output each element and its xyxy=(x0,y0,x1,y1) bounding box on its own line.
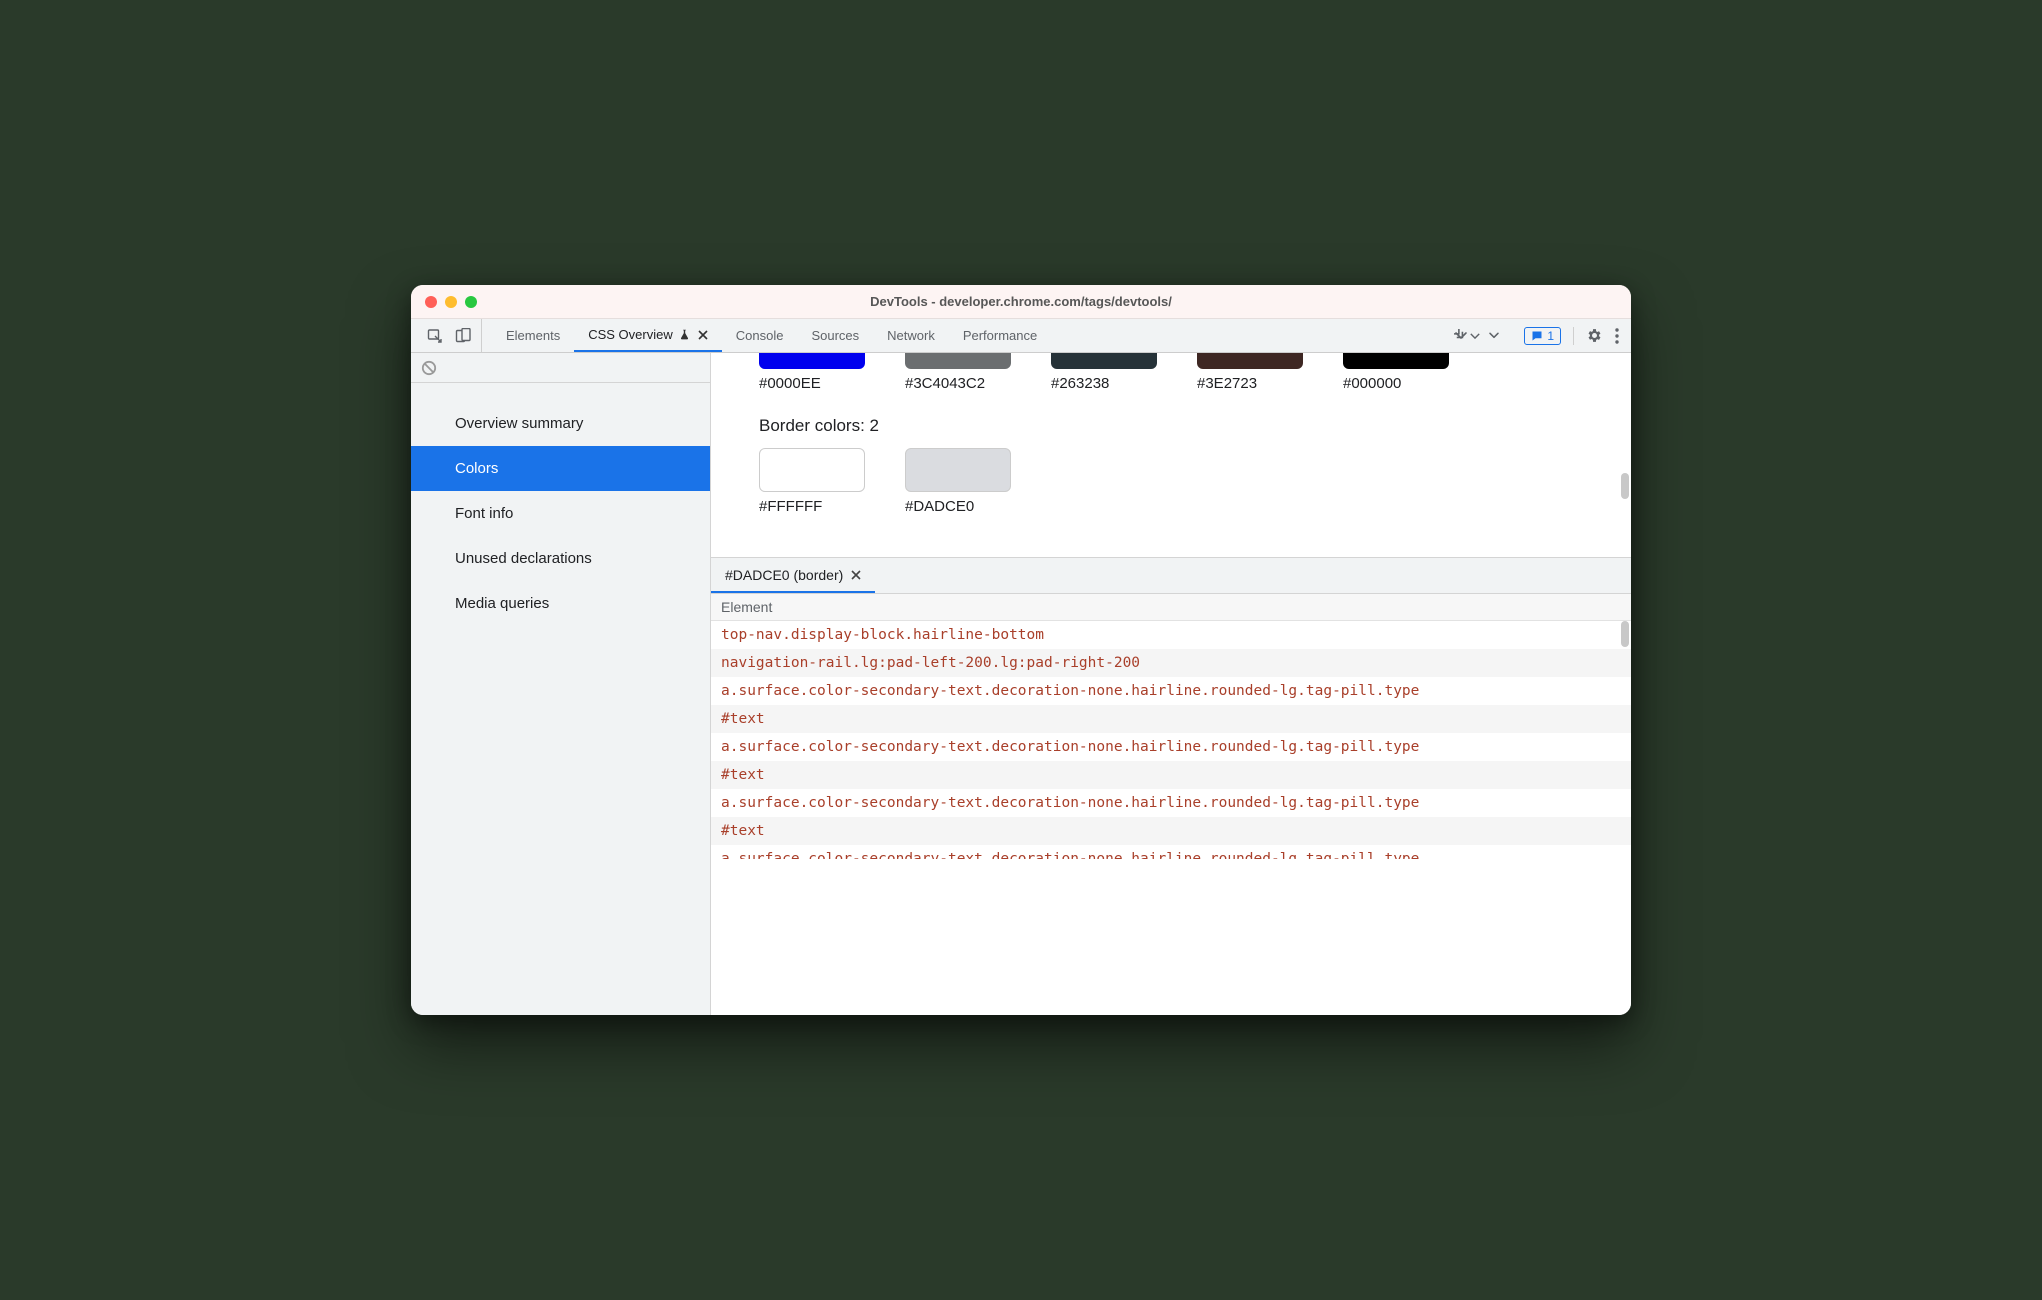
tab-performance[interactable]: Performance xyxy=(949,319,1051,352)
window-title: DevTools - developer.chrome.com/tags/dev… xyxy=(411,294,1631,309)
detail-tabbar: #DADCE0 (border) xyxy=(711,558,1631,594)
swatch-0000ee[interactable]: #0000EE xyxy=(759,353,865,392)
tab-label: Network xyxy=(887,328,935,343)
text-color-swatches: #0000EE #3C4043C2 #263238 #3E2723 xyxy=(759,353,1631,392)
css-overview-sidebar: Overview summary Colors Font info Unused… xyxy=(411,353,711,1015)
element-row[interactable]: a.surface.color-secondary-text.decoratio… xyxy=(711,733,1631,761)
tab-label: CSS Overview xyxy=(588,327,673,342)
toolbar-right: 1 xyxy=(1512,319,1631,352)
tab-label: Console xyxy=(736,328,784,343)
inspect-element-icon[interactable] xyxy=(427,328,443,344)
maximize-window-button[interactable] xyxy=(465,296,477,308)
content-area: #0000EE #3C4043C2 #263238 #3E2723 xyxy=(711,353,1631,1015)
swatch-label: #3C4043C2 xyxy=(905,375,985,392)
swatch-label: #3E2723 xyxy=(1197,375,1257,392)
close-window-button[interactable] xyxy=(425,296,437,308)
devtools-window: DevTools - developer.chrome.com/tags/dev… xyxy=(411,285,1631,1015)
clear-overview-row xyxy=(411,353,710,383)
devtools-tab-row: Elements CSS Overview Console Sources Ne… xyxy=(411,319,1631,353)
detail-tab-dadce0[interactable]: #DADCE0 (border) xyxy=(711,558,875,593)
sidebar-item-unused-declarations[interactable]: Unused declarations xyxy=(411,536,710,581)
swatch-label: #0000EE xyxy=(759,375,821,392)
titlebar: DevTools - developer.chrome.com/tags/dev… xyxy=(411,285,1631,319)
sidebar-item-font-info[interactable]: Font info xyxy=(411,491,710,536)
tab-label: Sources xyxy=(811,328,859,343)
inspect-tools xyxy=(417,319,482,352)
color-swatch xyxy=(905,448,1011,492)
separator xyxy=(1573,327,1574,345)
color-swatch xyxy=(1343,353,1449,369)
element-row[interactable]: top-nav.display-block.hairline-bottom xyxy=(711,621,1631,649)
swatch-dadce0[interactable]: #DADCE0 xyxy=(905,448,1011,515)
element-row[interactable]: #text xyxy=(711,705,1631,733)
color-swatch xyxy=(1197,353,1303,369)
clear-icon[interactable] xyxy=(421,360,437,376)
experiment-icon xyxy=(679,329,690,340)
sidebar-nav: Overview summary Colors Font info Unused… xyxy=(411,383,710,626)
border-colors-heading: Border colors: 2 xyxy=(759,416,1631,436)
tab-sources[interactable]: Sources xyxy=(797,319,873,352)
device-toolbar-icon[interactable] xyxy=(455,328,471,344)
issues-count: 1 xyxy=(1547,329,1554,343)
swatch-ffffff[interactable]: #FFFFFF xyxy=(759,448,865,515)
border-color-swatches: #FFFFFF #DADCE0 xyxy=(759,448,1631,515)
color-swatch xyxy=(905,353,1011,369)
traffic-lights xyxy=(425,296,477,308)
detail-column-header: Element xyxy=(711,594,1631,621)
tab-console[interactable]: Console xyxy=(722,319,798,352)
color-detail-panel: #DADCE0 (border) Element top-nav.display… xyxy=(711,557,1631,1015)
swatch-263238[interactable]: #263238 xyxy=(1051,353,1157,392)
close-tab-icon[interactable] xyxy=(698,330,708,340)
tab-network[interactable]: Network xyxy=(873,319,949,352)
swatch-label: #FFFFFF xyxy=(759,498,822,515)
element-row[interactable]: a.surface.color-secondary-text.decoratio… xyxy=(711,845,1631,859)
element-row[interactable]: #text xyxy=(711,761,1631,789)
color-swatch xyxy=(759,353,865,369)
sidebar-item-colors[interactable]: Colors xyxy=(411,446,710,491)
scrollbar-thumb[interactable] xyxy=(1621,473,1629,499)
sidebar-item-overview-summary[interactable]: Overview summary xyxy=(411,401,710,446)
sidebar-item-media-queries[interactable]: Media queries xyxy=(411,581,710,626)
minimize-window-button[interactable] xyxy=(445,296,457,308)
tab-label: Performance xyxy=(963,328,1037,343)
color-swatch xyxy=(759,448,865,492)
issues-badge[interactable]: 1 xyxy=(1524,327,1561,345)
swatch-000000[interactable]: #000000 xyxy=(1343,353,1449,392)
colors-panel-upper: #0000EE #3C4043C2 #263238 #3E2723 xyxy=(711,353,1631,557)
tab-label: Elements xyxy=(506,328,560,343)
overflow-chevrons-icon[interactable] xyxy=(1476,319,1512,352)
swatch-3c4043c2[interactable]: #3C4043C2 xyxy=(905,353,1011,392)
swatch-label: #000000 xyxy=(1343,375,1401,392)
tab-elements[interactable]: Elements xyxy=(492,319,574,352)
swatch-label: #DADCE0 xyxy=(905,498,974,515)
tab-css-overview[interactable]: CSS Overview xyxy=(574,319,722,352)
swatch-label: #263238 xyxy=(1051,375,1109,392)
scrollbar-thumb[interactable] xyxy=(1621,621,1629,647)
settings-gear-icon[interactable] xyxy=(1586,327,1603,344)
panel-tabs: Elements CSS Overview Console Sources Ne… xyxy=(482,319,1444,352)
swatch-3e2723[interactable]: #3E2723 xyxy=(1197,353,1303,392)
element-row[interactable]: a.surface.color-secondary-text.decoratio… xyxy=(711,789,1631,817)
close-detail-tab-icon[interactable] xyxy=(851,570,861,580)
element-row[interactable]: #text xyxy=(711,817,1631,845)
detail-tab-label: #DADCE0 (border) xyxy=(725,567,843,583)
color-swatch xyxy=(1051,353,1157,369)
panel-body: Overview summary Colors Font info Unused… xyxy=(411,353,1631,1015)
elements-list[interactable]: top-nav.display-block.hairline-bottom na… xyxy=(711,621,1631,1015)
element-row[interactable]: a.surface.color-secondary-text.decoratio… xyxy=(711,677,1631,705)
element-row[interactable]: navigation-rail.lg:pad-left-200.lg:pad-r… xyxy=(711,649,1631,677)
more-menu-icon[interactable] xyxy=(1615,328,1619,344)
